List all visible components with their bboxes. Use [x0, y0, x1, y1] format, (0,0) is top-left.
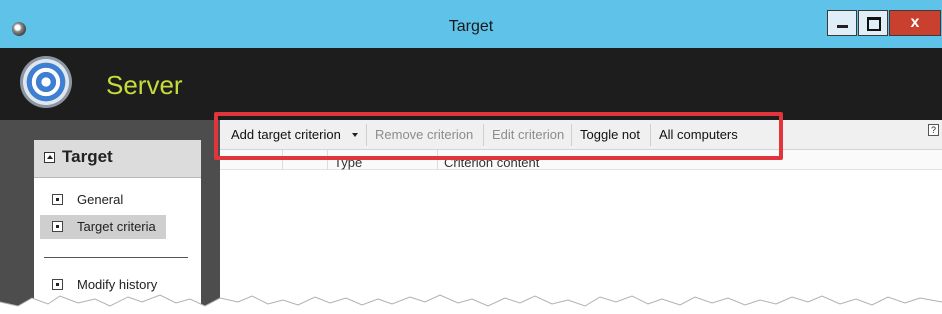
nav-item-icon [52, 221, 63, 232]
nav-item-icon [52, 194, 63, 205]
help-icon[interactable]: ? [928, 124, 939, 136]
sidebar-item-label: Target criteria [77, 219, 156, 234]
minimize-button[interactable] [827, 10, 857, 36]
highlight-box [214, 112, 783, 160]
sidebar-item-general[interactable]: General [40, 188, 166, 212]
window-title: Target [448, 18, 494, 35]
torn-edge [0, 294, 942, 314]
close-icon: x [910, 14, 920, 31]
app-name: Server [106, 70, 183, 100]
sidebar-title: Target [62, 147, 113, 166]
sidebar-item-target-criteria[interactable]: Target criteria [40, 215, 166, 239]
maximize-button[interactable] [858, 10, 888, 36]
sidebar-item-label: General [77, 192, 124, 207]
sidebar-divider [44, 257, 188, 258]
sidebar-header[interactable] [34, 140, 201, 178]
collapse-icon[interactable] [44, 152, 55, 163]
target-logo-icon [20, 56, 72, 108]
close-button[interactable]: x [889, 10, 941, 36]
